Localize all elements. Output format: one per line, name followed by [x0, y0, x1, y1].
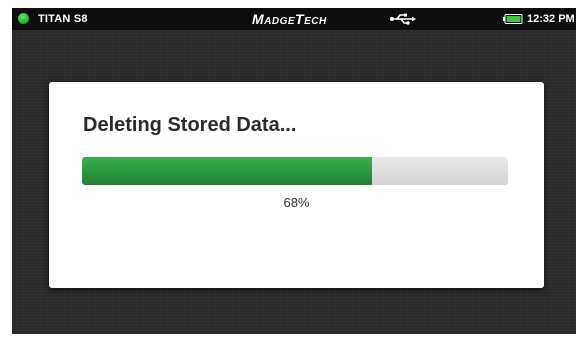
dialog-title: Deleting Stored Data... — [83, 114, 297, 136]
device-screen: TITAN S8 MadgeTech 12:32 PM Deleting Sto… — [12, 8, 576, 334]
status-indicator-icon — [18, 13, 29, 24]
usb-icon — [390, 13, 416, 25]
brand-logo: MadgeTech — [252, 11, 327, 27]
battery-icon — [503, 14, 523, 24]
progress-bar — [82, 157, 508, 185]
clock: 12:32 PM — [527, 13, 575, 25]
progress-bar-fill — [82, 157, 372, 185]
progress-dialog: Deleting Stored Data... 68% — [49, 82, 544, 288]
progress-percent-label: 68% — [283, 195, 310, 210]
battery-level-fill — [506, 16, 521, 22]
status-bar: TITAN S8 MadgeTech 12:32 PM — [12, 8, 576, 30]
device-name: TITAN S8 — [38, 13, 88, 25]
